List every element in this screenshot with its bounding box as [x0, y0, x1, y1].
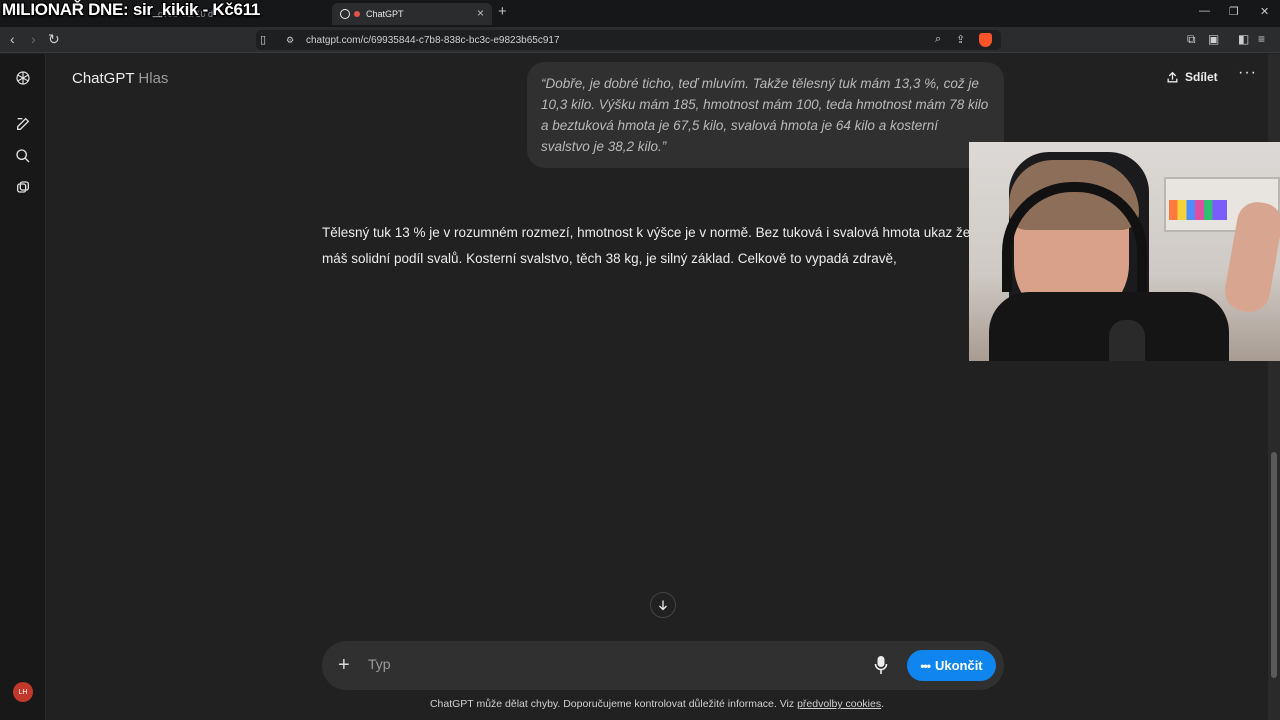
- restore-window-icon[interactable]: ❐: [1229, 5, 1239, 18]
- extensions-icon[interactable]: ⧉: [1187, 32, 1196, 47]
- wallet-icon[interactable]: ▣: [1208, 32, 1219, 46]
- dots-icon: •••: [920, 658, 931, 673]
- message-input[interactable]: [368, 656, 848, 672]
- close-tab-icon[interactable]: ×: [477, 6, 484, 20]
- openai-logo-icon[interactable]: [13, 68, 33, 88]
- minimize-window-icon[interactable]: —: [1199, 5, 1210, 17]
- menu-icon[interactable]: ≡: [1258, 32, 1265, 46]
- brave-shields-icon[interactable]: [979, 33, 992, 47]
- share-page-icon[interactable]: ⇪: [956, 33, 965, 46]
- share-button[interactable]: Sdílet: [1166, 70, 1218, 84]
- avatar[interactable]: LH: [13, 682, 33, 702]
- end-voice-button[interactable]: ••• Ukončit: [907, 650, 996, 681]
- message-composer: + ••• Ukončit: [322, 641, 1004, 690]
- recording-icon: [354, 11, 360, 17]
- more-options-icon[interactable]: ···: [1238, 64, 1257, 82]
- assistant-message: Tělesný tuk 13 % je v rozumném rozmezí, …: [322, 225, 971, 266]
- browser-toolbar: ‹ › ↻ ▯ ⚙ chatgpt.com/c/69935844-c7b8-83…: [0, 27, 1280, 53]
- scroll-to-bottom-button[interactable]: [650, 592, 676, 618]
- tab-chatgpt[interactable]: ChatGPT ×: [332, 3, 492, 25]
- bookmark-icon[interactable]: ▯: [260, 33, 266, 46]
- user-message-bubble: “Dobře, je dobré ticho, teď mluvím. Takž…: [527, 62, 1004, 168]
- zoom-icon[interactable]: ⌕: [935, 33, 941, 46]
- chatgpt-favicon-icon: [340, 9, 350, 19]
- new-chat-icon[interactable]: [13, 114, 33, 134]
- back-icon[interactable]: ‹: [10, 31, 15, 47]
- arrow-down-icon: [659, 600, 667, 611]
- cookie-preferences-link[interactable]: předvolby cookies: [797, 698, 881, 710]
- scrollbar-thumb[interactable]: [1271, 452, 1277, 678]
- microphone-icon[interactable]: [874, 655, 888, 675]
- add-attachment-icon[interactable]: +: [338, 654, 350, 677]
- url-text: chatgpt.com/c/69935844-c7b8-838c-bc3c-e9…: [306, 35, 560, 46]
- address-bar[interactable]: ▯ ⚙ chatgpt.com/c/69935844-c7b8-838c-bc3…: [256, 30, 1001, 50]
- site-info-icon[interactable]: ⚙: [286, 35, 294, 46]
- stream-overlay-title: MILIONAŘ DNE: sir_kikik - Kč611: [2, 0, 261, 19]
- new-tab-button[interactable]: +: [498, 3, 507, 20]
- share-icon: [1167, 71, 1178, 82]
- sidebar-toggle-icon[interactable]: ◧: [1238, 32, 1249, 46]
- app-title-text: ChatGPT: [72, 70, 135, 87]
- disclaimer-text: ChatGPT může dělat chyby. Doporučujeme k…: [429, 698, 798, 710]
- disclaimer-footer: ChatGPT může dělat chyby. Doporučujeme k…: [46, 698, 1268, 710]
- sidebar: LH: [0, 54, 46, 720]
- app-mode-label: Hlas: [138, 70, 169, 87]
- end-voice-label: Ukončit: [934, 658, 983, 673]
- library-icon[interactable]: [13, 178, 33, 198]
- page-title[interactable]: ChatGPT Hlas: [72, 70, 168, 87]
- webcam-microphone: [1109, 320, 1145, 361]
- reload-icon[interactable]: ↻: [48, 31, 60, 48]
- forward-icon[interactable]: ›: [31, 31, 36, 47]
- close-window-icon[interactable]: ✕: [1260, 5, 1269, 18]
- tab-chatgpt-label: ChatGPT: [366, 9, 404, 19]
- webcam-overlay: [969, 142, 1280, 361]
- disclaimer-suffix: .: [881, 698, 885, 710]
- webcam-shelf-items: [1169, 200, 1227, 220]
- share-label: Sdílet: [1185, 70, 1218, 84]
- search-icon[interactable]: [13, 146, 33, 166]
